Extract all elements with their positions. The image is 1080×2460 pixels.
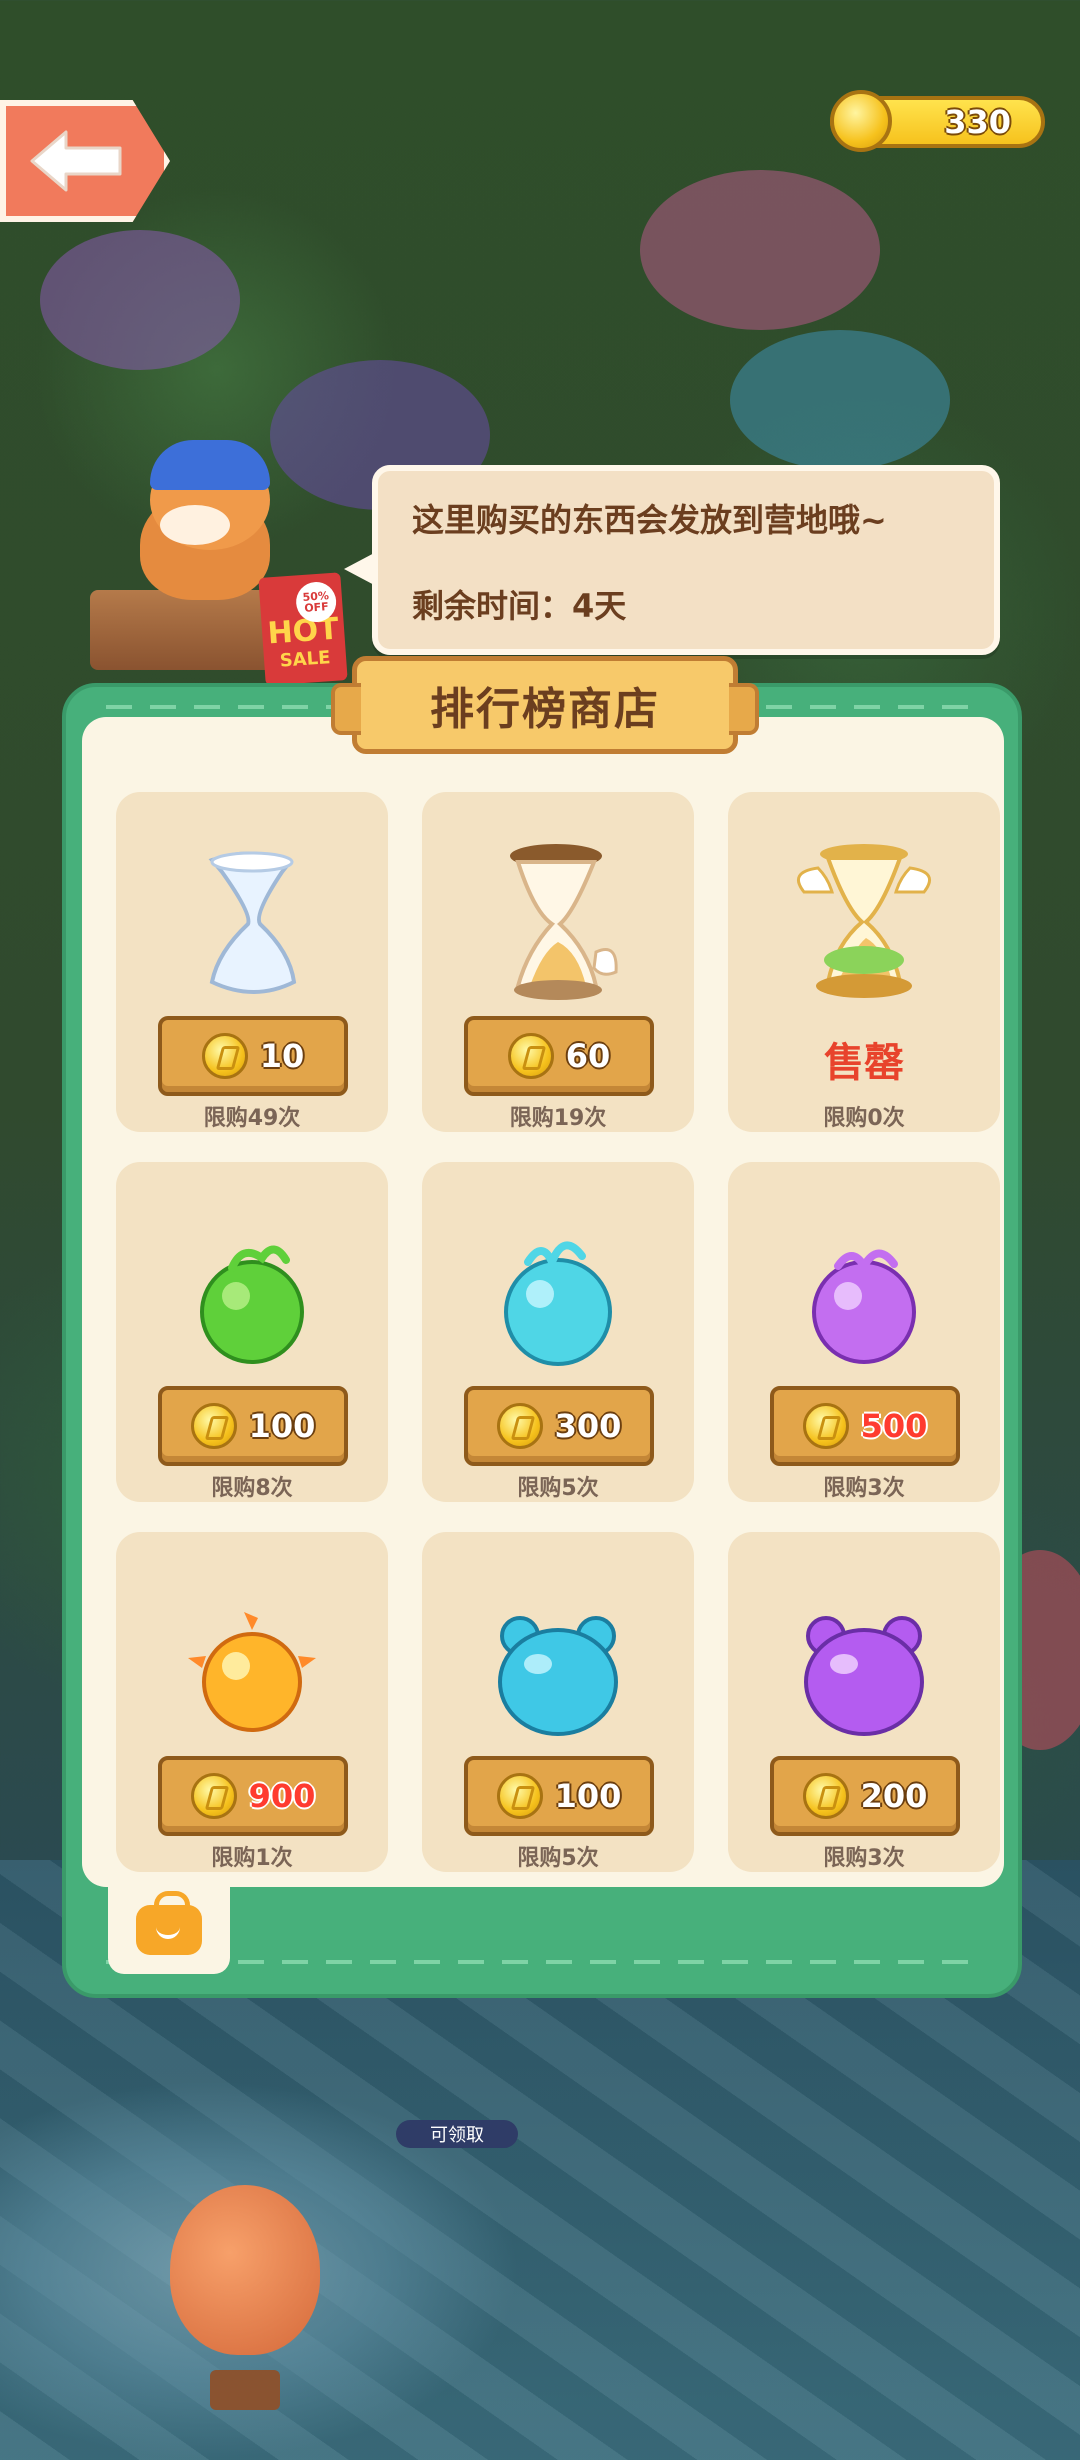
gold-coin-icon [190,1773,237,1819]
shop-item-card[interactable]: 900 限购1次 [116,1532,388,1872]
shop-item-card[interactable]: 500 限购3次 [728,1162,1000,1502]
purchase-limit: 限购49次 [203,1106,301,1131]
golden-orb-icon [172,1572,332,1752]
hot-sale-sign: 50% OFF HOT SALE [258,572,348,686]
gold-coin-icon [830,90,892,152]
shop-item-card[interactable]: 100 限购8次 [116,1162,388,1502]
shop-counter [90,590,280,670]
price-label: 100 [248,1407,316,1445]
blue-bear-jelly-icon [478,1572,638,1752]
price-label: 900 [248,1777,316,1815]
price-label: 60 [565,1037,611,1075]
shop-title-banner: 排行榜商店 [331,656,759,754]
purchase-limit: 限购3次 [823,1846,905,1871]
gold-coin-icon [802,1403,849,1449]
page-title: 排行榜商店 [430,684,660,735]
shop-panel-inner: 10 限购49次 60 限购19次 售罄限购0次 100 限购8次 300 限购5次 500 限购3… [82,717,1004,1887]
green-orb-icon [172,1202,332,1382]
price-label: 10 [259,1037,305,1075]
sand-hourglass-icon [478,832,638,1012]
shop-item-card[interactable]: 60 限购19次 [422,792,694,1132]
purple-bear-jelly-icon [784,1572,944,1752]
bubble-message: 这里购买的东西会发放到营地哦~ [412,501,887,539]
buy-button[interactable]: 200 [770,1756,960,1836]
flower-bush [40,230,240,370]
gold-coin-icon [496,1403,543,1449]
bag-tab[interactable] [108,1886,230,1974]
purchase-limit: 限购1次 [211,1846,293,1871]
buy-button[interactable]: 10 [158,1016,348,1096]
purchase-limit: 限购8次 [211,1476,293,1501]
winged-hourglass-icon [784,832,944,1012]
shop-item-card[interactable]: 100 限购5次 [422,1532,694,1872]
buy-button[interactable]: 60 [464,1016,654,1096]
flower-bush [730,330,950,470]
speech-bubble: 这里购买的东西会发放到营地哦~ 剩余时间：4天 [344,465,1000,655]
gold-coin-icon [507,1033,554,1079]
back-button[interactable] [0,100,170,222]
shop-item-card[interactable]: 300 限购5次 [422,1162,694,1502]
shop-item-card[interactable]: 200 限购3次 [728,1532,1000,1872]
buy-button[interactable]: 900 [158,1756,348,1836]
purchase-limit: 限购5次 [517,1476,599,1501]
balloon-basket [210,2370,280,2410]
gold-coin-icon [496,1773,543,1819]
coin-count: 330 [944,103,1011,141]
sale-label: SALE [279,647,332,672]
buy-button[interactable]: 300 [464,1386,654,1466]
hot-air-balloon [170,2185,320,2355]
shop-panel: 10 限购49次 60 限购19次 售罄限购0次 100 限购8次 300 限购5次 500 限购3… [62,656,1022,1998]
claim-label[interactable]: 可领取 [396,2120,518,2148]
price-label: 500 [860,1407,928,1445]
shopkeeper-dog-muzzle [160,505,230,545]
purchase-limit: 限购5次 [517,1846,599,1871]
purchase-limit: 限购0次 [823,1106,905,1131]
arrow-left-icon [30,130,122,192]
gold-coin-icon [201,1033,248,1079]
cyan-orb-icon [478,1202,638,1382]
flower-bush [640,170,880,330]
price-label: 100 [554,1777,622,1815]
purchase-limit: 限购3次 [823,1476,905,1501]
gold-coin-icon [802,1773,849,1819]
buy-button[interactable]: 100 [158,1386,348,1466]
purple-orb-icon [784,1202,944,1382]
panel-stitch [106,1960,978,1964]
price-label: 300 [554,1407,622,1445]
buy-button[interactable]: 100 [464,1756,654,1836]
blue-cap-icon [150,440,270,490]
shopping-bag-icon [136,1891,202,1955]
remaining-time: 剩余时间：4天 [412,587,627,625]
purchase-limit: 限购19次 [509,1106,607,1131]
sold-out-label: 售罄 [824,1040,904,1086]
shop-item-card[interactable]: 售罄限购0次 [728,792,1000,1132]
gold-coin-icon [190,1403,237,1449]
clear-hourglass-icon [172,832,332,1012]
shop-item-card[interactable]: 10 限购49次 [116,792,388,1132]
buy-button[interactable]: 500 [770,1386,960,1466]
price-label: 200 [860,1777,928,1815]
